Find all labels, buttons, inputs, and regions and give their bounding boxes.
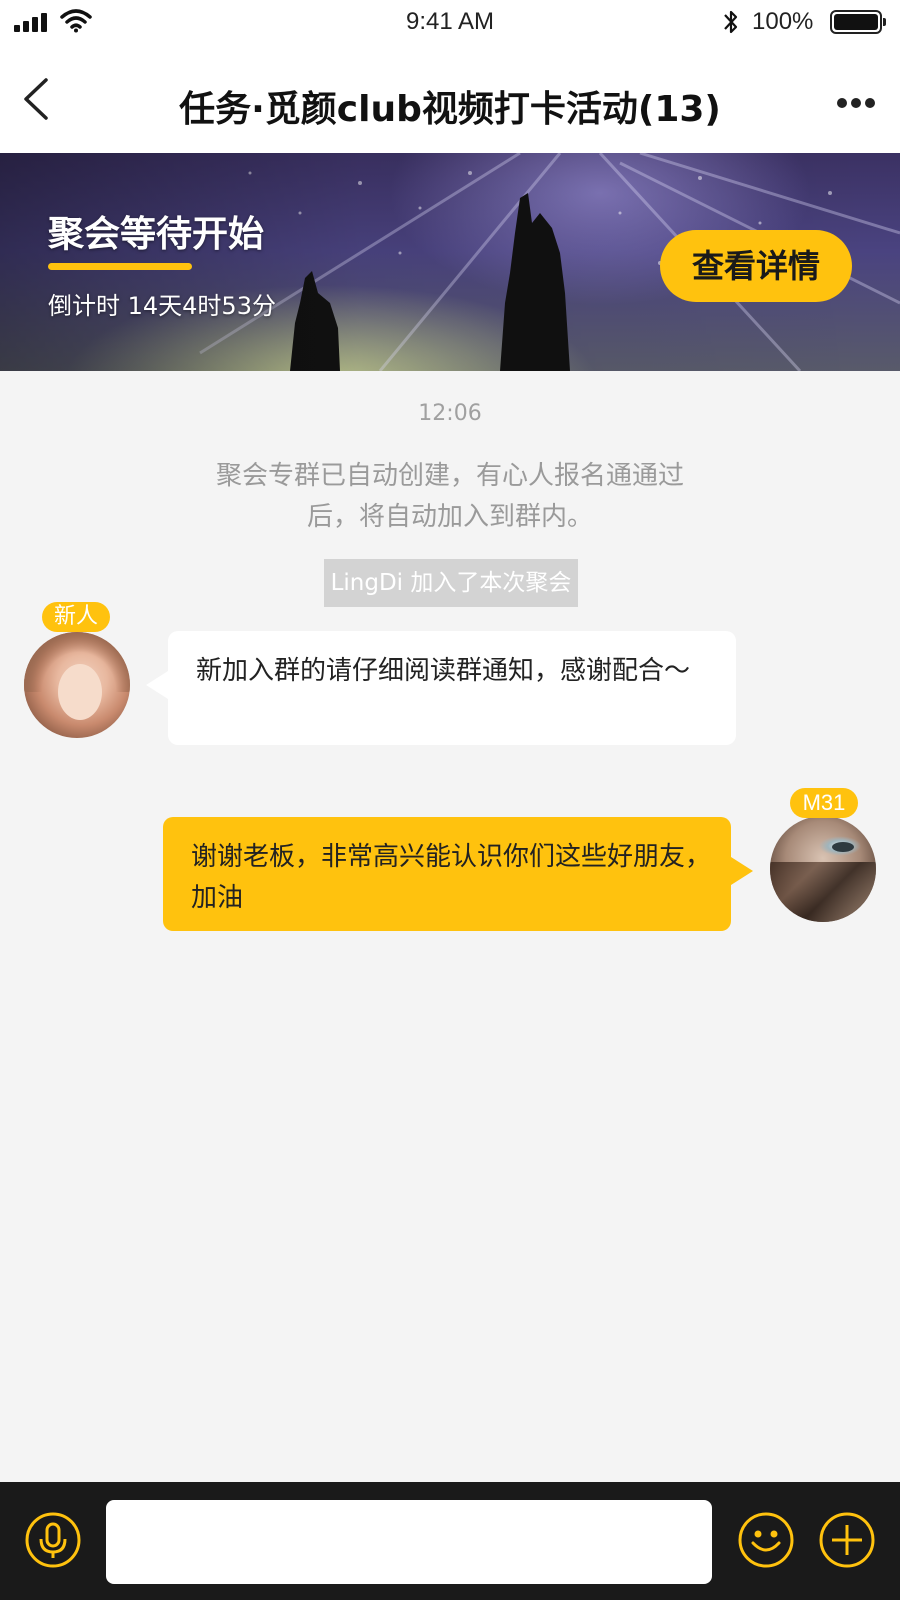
message-bubble-sent[interactable]: 谢谢老板，非常高兴能认识你们这些好朋友，加油 (163, 817, 753, 931)
system-notice: 聚会专群已自动创建，有心人报名通通过后，将自动加入到群内。 (215, 461, 684, 532)
input-bar (0, 1482, 900, 1600)
user-level-badge: M31 (790, 788, 858, 818)
banner-title: 聚会等待开始 (48, 214, 265, 255)
avatar-face (58, 664, 102, 720)
plus-icon[interactable] (818, 1511, 876, 1569)
microphone-icon[interactable] (24, 1511, 82, 1569)
battery-percent: 100% (752, 8, 814, 35)
more-dots-icon[interactable] (836, 96, 876, 110)
join-notice: LingDi 加入了本次聚会 (324, 559, 578, 607)
bluetooth-icon (724, 10, 738, 34)
page-title: 任务·觅颜club视频打卡活动(13) (179, 89, 721, 130)
battery-icon (830, 10, 886, 34)
message-bubble-received[interactable]: 新加入群的请仔细阅读群通知，感谢配合～ (146, 631, 736, 745)
avatar[interactable] (770, 816, 876, 922)
countdown-text: 倒计时 14天4时53分 (48, 292, 276, 320)
emoji-icon[interactable] (737, 1511, 795, 1569)
event-banner: 聚会等待开始 倒计时 14天4时53分 查看详情 (0, 153, 900, 371)
avatar-eye (832, 842, 854, 852)
view-details-button[interactable]: 查看详情 (660, 230, 852, 302)
avatar-texture (770, 862, 876, 922)
back-arrow-icon[interactable] (18, 76, 54, 122)
new-member-badge: 新人 (42, 602, 110, 632)
banner-underline (48, 263, 192, 270)
avatar[interactable] (24, 632, 130, 738)
status-bar: 9:41 AM 100% (0, 0, 900, 46)
message-input[interactable] (106, 1500, 712, 1584)
chat-timestamp: 12:06 (418, 401, 482, 426)
nav-bar: 任务·觅颜club视频打卡活动(13) (0, 46, 900, 153)
